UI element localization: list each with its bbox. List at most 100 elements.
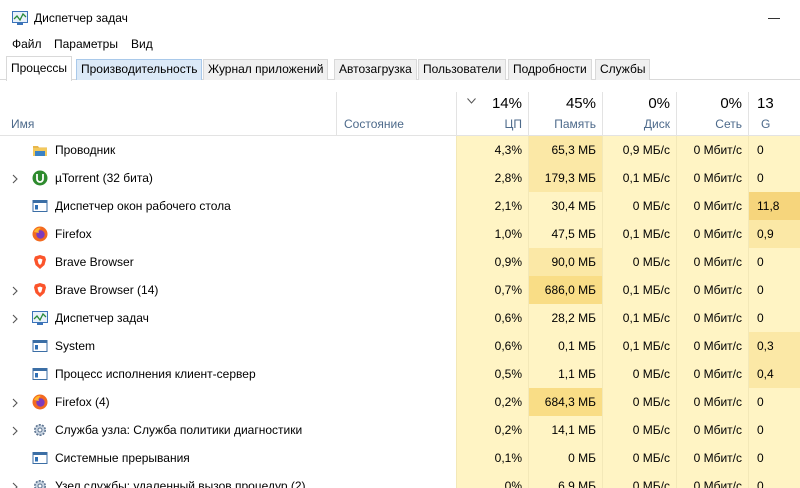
brave-icon: [32, 282, 48, 298]
minimize-button[interactable]: [758, 3, 800, 33]
process-row[interactable]: Проводник 4,3% 65,3 МБ 0,9 МБ/с 0 Мбит/с 0: [0, 136, 800, 164]
process-row[interactable]: µTorrent (32 бита) 2,8% 179,3 МБ 0,1 МБ/с 0 …: [0, 164, 800, 192]
process-gpu-value: 0: [748, 444, 800, 472]
tab-users[interactable]: Пользователи: [418, 59, 507, 80]
process-gpu-value: 0: [748, 136, 800, 164]
process-disk-value: 0 МБ/с: [602, 360, 676, 388]
column-memory[interactable]: 45% Память: [528, 92, 602, 136]
process-gpu-value: 0: [748, 388, 800, 416]
process-net-value: 0 Мбит/с: [676, 304, 748, 332]
process-row[interactable]: Узел службы: удаленный вызов процедур (2…: [0, 472, 800, 488]
sort-desc-icon: [467, 98, 476, 104]
process-name: Firefox (4): [55, 395, 110, 409]
process-cpu-value: 4,3%: [456, 136, 528, 164]
menu-options[interactable]: Параметры: [54, 37, 118, 51]
tab-processes[interactable]: Процессы: [6, 56, 73, 81]
process-cpu-value: 2,1%: [456, 192, 528, 220]
process-mem-value: 65,3 МБ: [528, 136, 602, 164]
process-mem-value: 28,2 МБ: [528, 304, 602, 332]
chevron-right-icon[interactable]: [11, 425, 19, 436]
process-name: Brave Browser: [55, 255, 134, 269]
tab-services[interactable]: Службы: [595, 59, 651, 80]
process-name: Служба узла: Служба политики диагностики: [55, 423, 303, 437]
folder-icon: [32, 142, 48, 158]
column-network[interactable]: 0% Сеть: [676, 92, 748, 136]
gear-icon: [32, 422, 48, 438]
process-gpu-value: 0: [748, 248, 800, 276]
window-title: Диспетчер задач: [34, 11, 128, 25]
process-mem-value: 1,1 МБ: [528, 360, 602, 388]
process-row[interactable]: Brave Browser 0,9% 90,0 МБ 0 МБ/с 0 Мбит/с 0: [0, 248, 800, 276]
tab-performance[interactable]: Производительность: [76, 59, 203, 80]
menu-bar: Файл Параметры Вид: [0, 35, 800, 55]
process-net-value: 0 Мбит/с: [676, 164, 748, 192]
process-disk-value: 0 МБ/с: [602, 416, 676, 444]
column-cpu[interactable]: 14% ЦП: [456, 92, 528, 136]
process-row[interactable]: Firefox 1,0% 47,5 МБ 0,1 МБ/с 0 Мбит/с 0,9: [0, 220, 800, 248]
memory-label: Память: [554, 117, 596, 131]
process-mem-value: 686,0 МБ: [528, 276, 602, 304]
process-mem-value: 90,0 МБ: [528, 248, 602, 276]
process-cpu-value: 2,8%: [456, 164, 528, 192]
process-mem-value: 6,9 МБ: [528, 472, 602, 488]
tab-startup[interactable]: Автозагрузка: [334, 59, 417, 80]
process-cpu-value: 1,0%: [456, 220, 528, 248]
process-gpu-value: 0: [748, 416, 800, 444]
chevron-right-icon[interactable]: [11, 173, 19, 184]
process-net-value: 0 Мбит/с: [676, 136, 748, 164]
process-disk-value: 0,1 МБ/с: [602, 164, 676, 192]
process-net-value: 0 Мбит/с: [676, 248, 748, 276]
process-row[interactable]: Диспетчер задач 0,6% 28,2 МБ 0,1 МБ/с 0 Мбит…: [0, 304, 800, 332]
process-cpu-value: 0,7%: [456, 276, 528, 304]
process-gpu-value: 0: [748, 276, 800, 304]
process-name: Диспетчер окон рабочего стола: [55, 199, 231, 213]
chevron-right-icon[interactable]: [11, 481, 19, 488]
disk-total: 0%: [648, 95, 670, 112]
column-gpu[interactable]: 13 G: [748, 92, 800, 136]
process-row[interactable]: System 0,6% 0,1 МБ 0,1 МБ/с 0 Мбит/с 0,3: [0, 332, 800, 360]
process-name: µTorrent (32 бита): [55, 171, 153, 185]
menu-file[interactable]: Файл: [12, 37, 42, 51]
process-row[interactable]: Системные прерывания 0,1% 0 МБ 0 МБ/с 0 Мбит…: [0, 444, 800, 472]
network-total: 0%: [720, 95, 742, 112]
chevron-right-icon[interactable]: [11, 313, 19, 324]
tab-details[interactable]: Подробности: [508, 59, 592, 80]
tab-strip: Процессы Производительность Журнал прило…: [0, 56, 800, 81]
column-name[interactable]: Имя: [0, 92, 336, 136]
column-disk[interactable]: 0% Диск: [602, 92, 676, 136]
chevron-right-icon[interactable]: [11, 285, 19, 296]
process-row[interactable]: Firefox (4) 0,2% 684,3 МБ 0 МБ/с 0 Мбит/с 0: [0, 388, 800, 416]
process-row[interactable]: Служба узла: Служба политики диагностики…: [0, 416, 800, 444]
process-name: Диспетчер задач: [55, 311, 149, 325]
column-status[interactable]: Состояние: [336, 92, 456, 136]
window-icon: [32, 366, 48, 382]
process-gpu-value: 0,3: [748, 332, 800, 360]
process-net-value: 0 Мбит/с: [676, 360, 748, 388]
process-disk-value: 0,1 МБ/с: [602, 276, 676, 304]
menu-view[interactable]: Вид: [131, 37, 153, 51]
tab-app-history[interactable]: Журнал приложений: [203, 59, 329, 80]
process-mem-value: 684,3 МБ: [528, 388, 602, 416]
taskmgr-icon: [32, 310, 48, 326]
process-mem-value: 0 МБ: [528, 444, 602, 472]
process-name: System: [55, 339, 96, 353]
gear-icon: [32, 478, 48, 488]
column-header: Имя Состояние 14% ЦП 45% Память 0% Диск …: [0, 92, 800, 136]
process-disk-value: 0 МБ/с: [602, 472, 676, 488]
process-row[interactable]: Процесс исполнения клиент-сервер 0,5% 1,1 …: [0, 360, 800, 388]
process-net-value: 0 Мбит/с: [676, 472, 748, 488]
firefox-icon: [32, 226, 48, 242]
process-row[interactable]: Диспетчер окон рабочего стола 2,1% 30,4 МБ…: [0, 192, 800, 220]
task-manager-icon: [12, 11, 28, 25]
process-row[interactable]: Brave Browser (14) 0,7% 686,0 МБ 0,1 МБ/с 0 …: [0, 276, 800, 304]
utorrent-icon: [32, 170, 48, 186]
process-disk-value: 0,1 МБ/с: [602, 332, 676, 360]
process-disk-value: 0 МБ/с: [602, 388, 676, 416]
chevron-right-icon[interactable]: [11, 397, 19, 408]
process-gpu-value: 0,9: [748, 220, 800, 248]
process-cpu-value: 0,6%: [456, 332, 528, 360]
process-cpu-value: 0,9%: [456, 248, 528, 276]
process-name: Системные прерывания: [55, 451, 190, 465]
process-cpu-value: 0,6%: [456, 304, 528, 332]
gpu-total: 13: [757, 95, 774, 112]
